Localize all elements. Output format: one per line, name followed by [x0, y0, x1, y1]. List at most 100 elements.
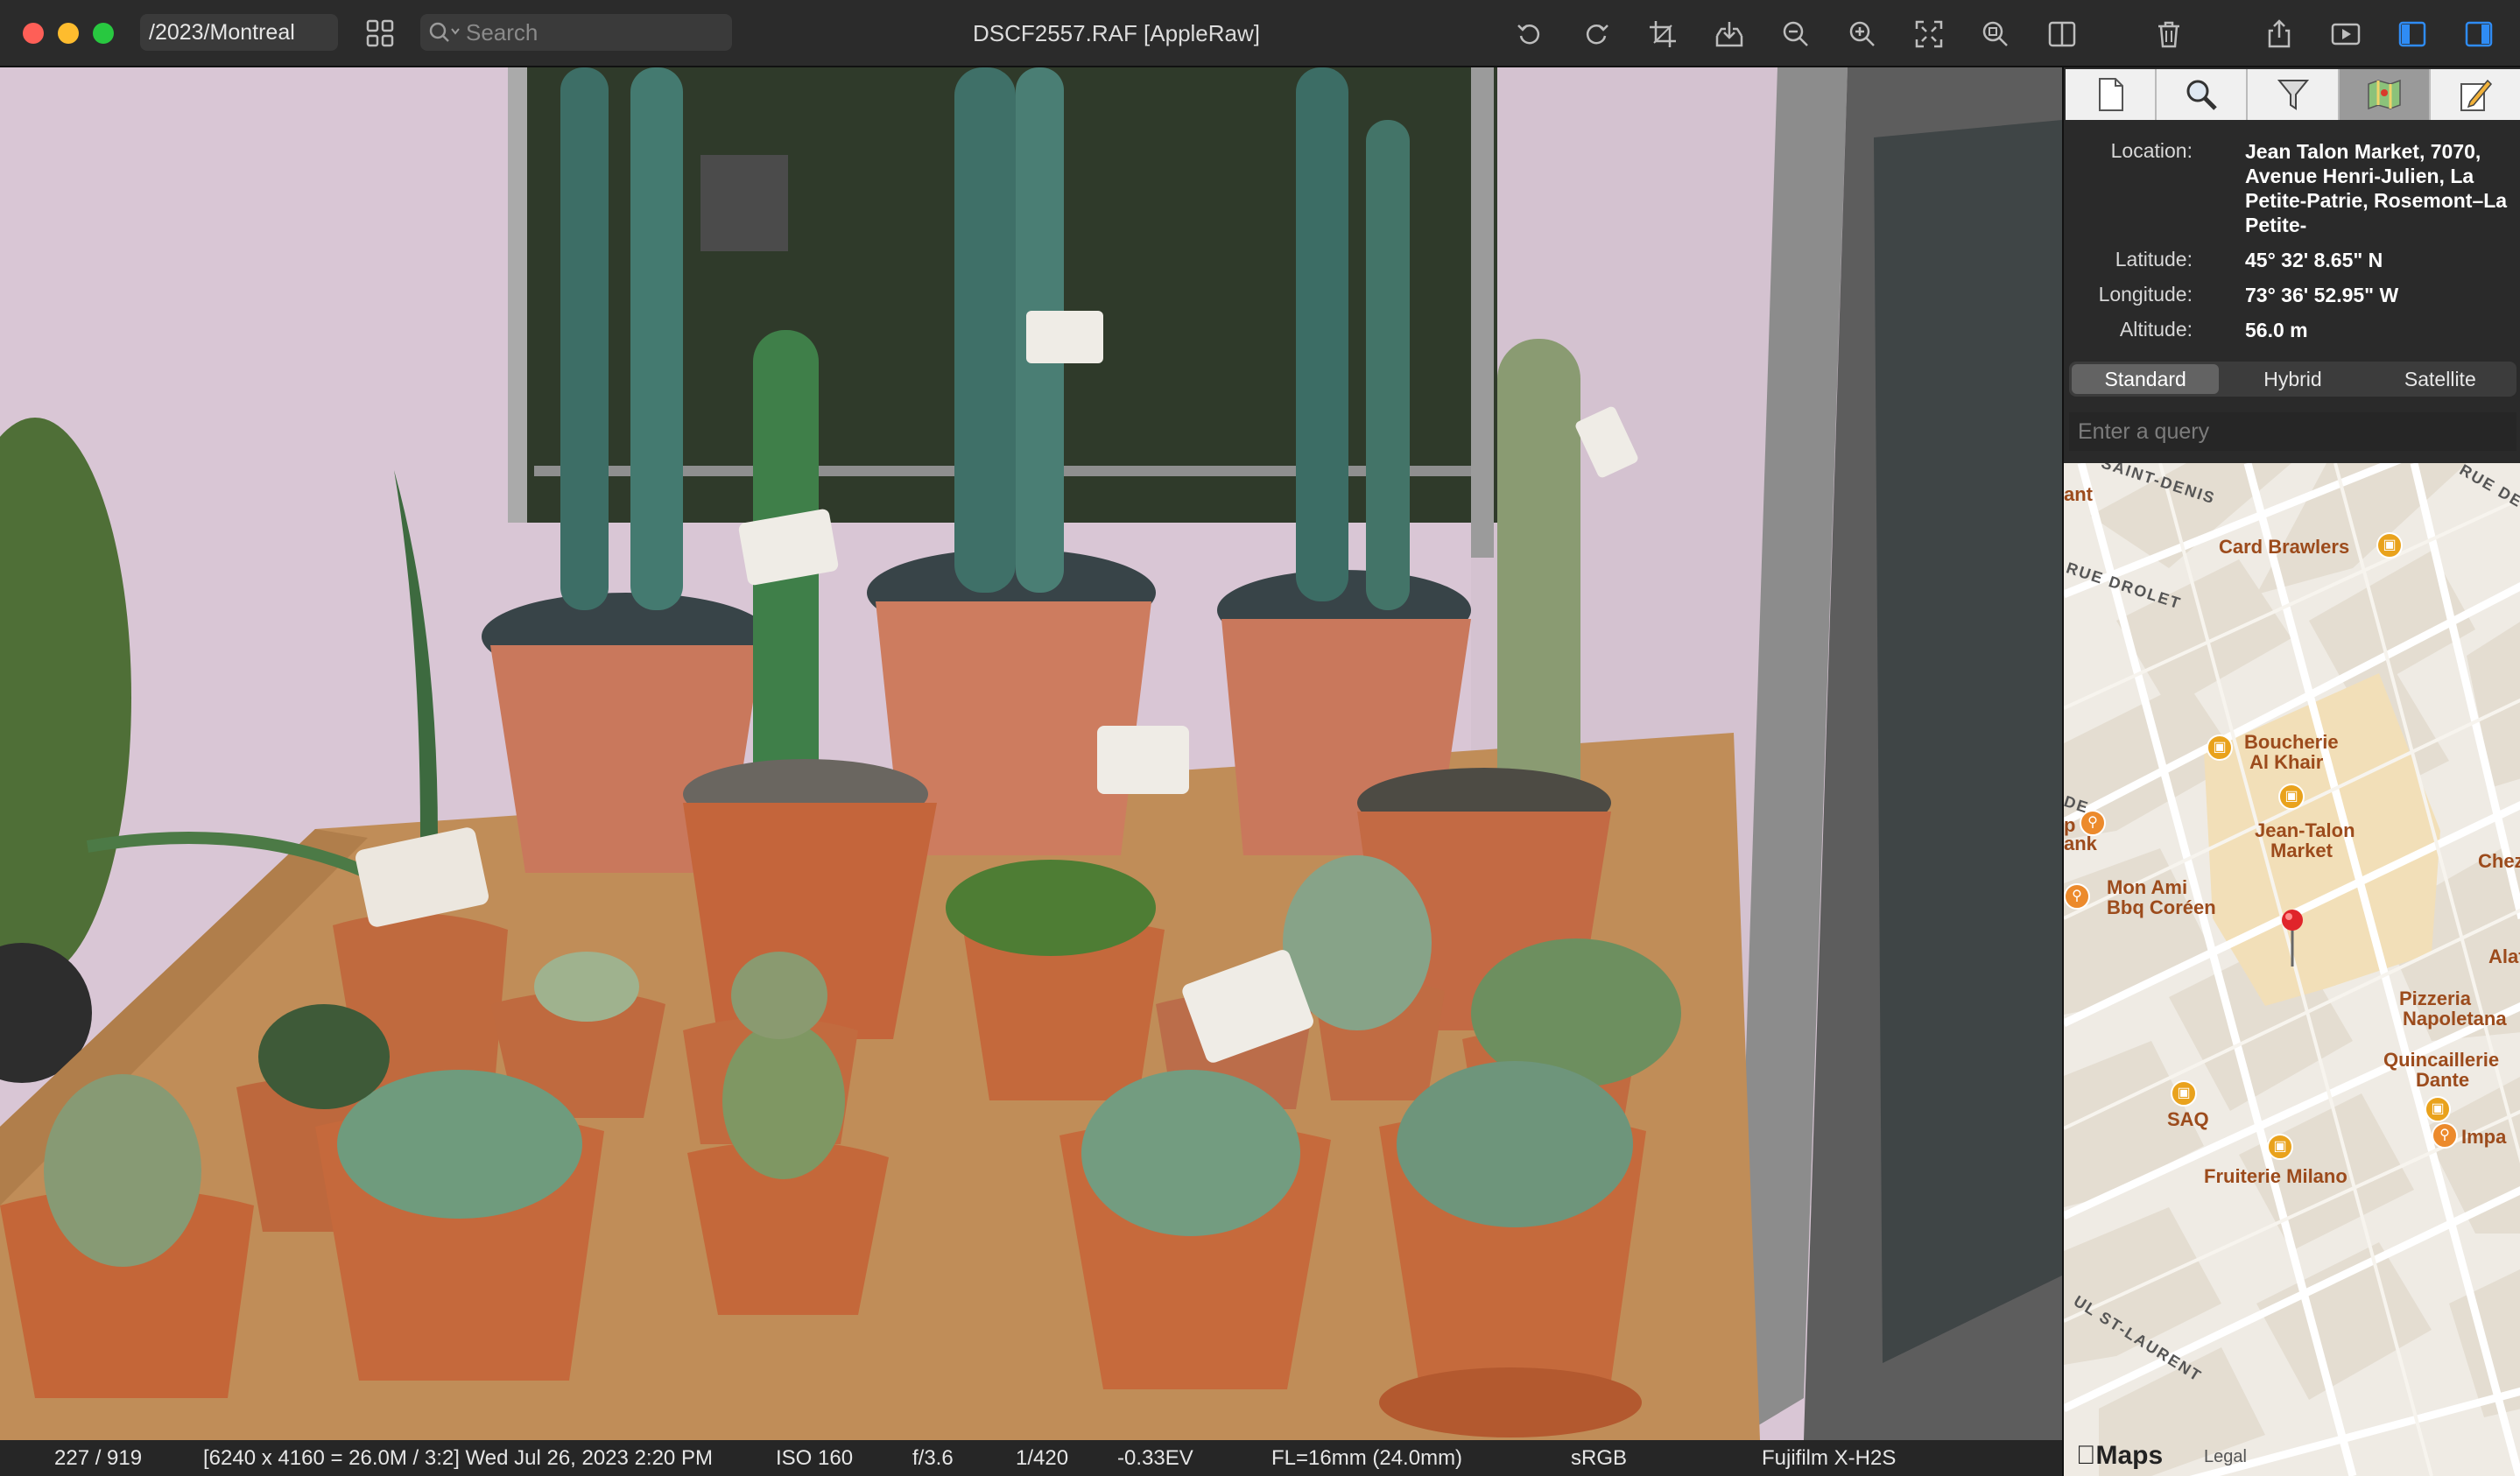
- image-index: 227 / 919: [54, 1446, 143, 1470]
- split-view-button[interactable]: [2044, 16, 2080, 53]
- toggle-left-sidebar-button[interactable]: [2394, 16, 2431, 53]
- fit-screen-icon: [1915, 20, 1943, 48]
- photo-canvas[interactable]: [0, 67, 2062, 1440]
- poi-mon-ami-line1[interactable]: Mon Ami: [2107, 877, 2187, 897]
- poi-ant: ant: [2064, 483, 2093, 505]
- restaurant-icon: ⚲: [2432, 1122, 2458, 1149]
- focal-length-value: FL=16mm (24.0mm): [1271, 1446, 1463, 1470]
- pencil-icon: [2460, 79, 2492, 111]
- poi-fruiterie-milano[interactable]: Fruiterie Milano: [2204, 1166, 2348, 1186]
- inspector-tabs: [2066, 69, 2520, 122]
- camera-model: Fujifilm X-H2S: [1762, 1446, 1897, 1470]
- rotate-left-icon: [1517, 25, 1540, 45]
- iso-value: ISO 160: [776, 1446, 854, 1470]
- share-icon: [2268, 19, 2291, 48]
- restaurant-icon: ⚲: [2064, 883, 2090, 910]
- map-type-satellite[interactable]: Satellite: [2367, 364, 2514, 394]
- color-space-value: sRGB: [1571, 1446, 1628, 1470]
- zoom-window-button[interactable]: [93, 23, 114, 44]
- poi-quincaillerie-line1[interactable]: Quincaillerie: [2383, 1050, 2499, 1070]
- longitude-value: 73° 36' 52.95" W: [2245, 284, 2399, 306]
- delete-button[interactable]: [2150, 16, 2187, 53]
- slideshow-icon: [2331, 23, 2361, 46]
- shopping-bag-icon: ▣: [2171, 1080, 2197, 1107]
- map-icon: [2367, 79, 2401, 110]
- poi-impa[interactable]: Impa: [2461, 1127, 2506, 1147]
- shopping-basket-icon: ▣: [2207, 734, 2233, 761]
- maps-brand-label: Maps: [2076, 1441, 2164, 1470]
- actual-size-button[interactable]: [1977, 16, 2014, 53]
- poi-ank: ank: [2064, 833, 2097, 854]
- poi-chez[interactable]: Chez: [2478, 851, 2520, 871]
- thumbnail-grid-button[interactable]: [364, 18, 396, 49]
- rotate-left-button[interactable]: [1511, 16, 1548, 53]
- map-query-input[interactable]: [2069, 412, 2516, 451]
- apple-maps-logo: Maps: [2076, 1441, 2163, 1471]
- search-field[interactable]: [420, 14, 732, 51]
- close-window-button[interactable]: [23, 23, 44, 44]
- shopping-bag-icon: ▣: [2267, 1134, 2293, 1160]
- cactus-photo: [0, 67, 2062, 1440]
- location-value: Jean Talon Market, 7070, Avenue Henri-Ju…: [2245, 140, 2508, 236]
- search-tab[interactable]: [2157, 69, 2249, 120]
- inspector-panel: Location: Jean Talon Market, 7070, Avenu…: [2062, 67, 2520, 1476]
- zoom-in-icon: [1849, 21, 1875, 46]
- shopping-bag-icon: ▣: [2376, 532, 2403, 559]
- poi-jean-talon-line2[interactable]: Market: [2270, 840, 2333, 861]
- right-sidebar-icon: [2465, 21, 2493, 47]
- fit-to-screen-button[interactable]: [1911, 16, 1947, 53]
- crop-button[interactable]: [1644, 16, 1681, 53]
- grid-icon: [366, 19, 394, 47]
- file-info-tab[interactable]: [2066, 69, 2157, 120]
- image-dimensions: [6240 x 4160 = 26.0M / 3:2] Wed Jul 26, …: [203, 1446, 713, 1470]
- map-view[interactable]: SAINT-DENIS RUE DE RUE DROLET DE UL ST-L…: [2064, 463, 2520, 1476]
- toggle-right-sidebar-button[interactable]: [2460, 16, 2497, 53]
- poi-jean-talon-line1[interactable]: Jean-Talon: [2255, 820, 2355, 840]
- aperture-value: f/3.6: [912, 1446, 954, 1470]
- search-input[interactable]: [466, 14, 720, 51]
- zoom-out-button[interactable]: [1777, 16, 1814, 53]
- map-type-standard[interactable]: Standard: [2072, 364, 2220, 394]
- poi-card-brawlers[interactable]: Card Brawlers: [2219, 537, 2349, 557]
- trash-icon: [2158, 21, 2179, 48]
- poi-mon-ami-line2[interactable]: Bbq Coréen: [2107, 897, 2216, 917]
- latitude-value: 45° 32' 8.65" N: [2245, 249, 2383, 271]
- poi-quincaillerie-line2[interactable]: Dante: [2416, 1070, 2469, 1090]
- poi-boucherie-line2[interactable]: Al Khair: [2249, 752, 2323, 772]
- edit-tab[interactable]: [2430, 69, 2520, 120]
- window-title: DSCF2557.RAF [AppleRaw]: [972, 20, 1261, 46]
- slideshow-button[interactable]: [2327, 16, 2364, 53]
- map-tab[interactable]: [2339, 69, 2431, 120]
- altitude-label: Altitude:: [2119, 318, 2193, 341]
- image-viewer-window: /2023/Montreal DSCF2557.RAF [AppleRaw]: [0, 0, 2520, 1476]
- filter-tab[interactable]: [2248, 69, 2340, 120]
- poi-pizzeria-line2[interactable]: Napoletana: [2403, 1009, 2507, 1029]
- save-button[interactable]: [1711, 16, 1748, 53]
- share-button[interactable]: [2261, 16, 2298, 53]
- minimize-window-button[interactable]: [58, 23, 79, 44]
- shutter-speed-value: 1/420: [1016, 1446, 1069, 1470]
- left-sidebar-icon: [2398, 21, 2426, 47]
- shopping-bag-icon: ▣: [2425, 1096, 2451, 1122]
- longitude-label: Longitude:: [2098, 283, 2193, 306]
- zoom-in-button[interactable]: [1844, 16, 1881, 53]
- map-type-selector: Standard Hybrid Satellite: [2069, 362, 2516, 397]
- funnel-icon: [2277, 80, 2309, 110]
- poi-boucherie-line1[interactable]: Boucherie: [2244, 732, 2339, 752]
- apple-logo-icon: : [2076, 1441, 2096, 1470]
- save-icon: [1715, 22, 1743, 47]
- poi-saq[interactable]: SAQ: [2167, 1109, 2209, 1129]
- rotate-right-icon: [1586, 25, 1608, 45]
- folder-path-field[interactable]: /2023/Montreal: [140, 14, 338, 51]
- actual-size-icon: [1982, 21, 2008, 46]
- poi-pizzeria-line1[interactable]: Pizzeria: [2399, 988, 2471, 1009]
- poi-alat[interactable]: Alat: [2488, 946, 2520, 966]
- exposure-bias-value: -0.33EV: [1117, 1446, 1193, 1470]
- rotate-right-button[interactable]: [1578, 16, 1615, 53]
- legal-link[interactable]: Legal: [2204, 1447, 2247, 1467]
- market-basket-icon: ▣: [2278, 784, 2305, 810]
- document-icon: [2099, 78, 2124, 111]
- magnifier-icon: [2186, 80, 2218, 110]
- crop-icon: [1650, 21, 1676, 47]
- map-type-hybrid[interactable]: Hybrid: [2219, 364, 2366, 394]
